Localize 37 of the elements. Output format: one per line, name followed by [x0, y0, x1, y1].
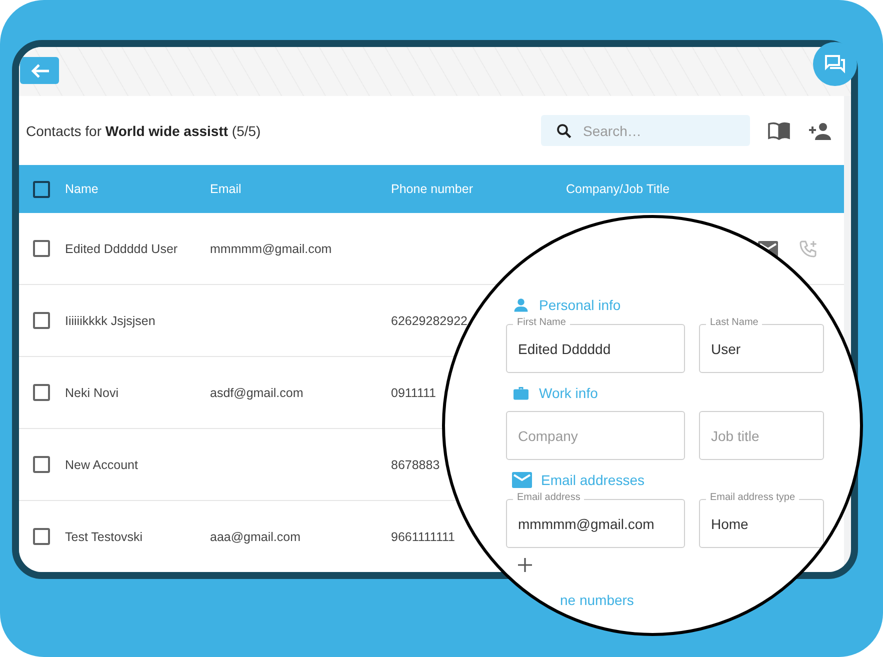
checkbox[interactable] — [33, 456, 50, 473]
section-title: Email addresses — [541, 472, 644, 488]
person-icon — [512, 296, 530, 314]
contacts-title: Contacts for World wide assistt (5/5) — [26, 122, 262, 138]
section-title: Personal info — [539, 297, 621, 313]
phone-cell: 9661111111 — [391, 530, 455, 544]
column-header: Company/Job Title — [566, 182, 670, 196]
name-cell: Test Testovski — [65, 530, 143, 544]
briefcase-icon — [512, 384, 530, 402]
arrow-left-icon — [30, 62, 50, 78]
email-cell: asdf@gmail.com — [210, 386, 304, 400]
section-title: Work info — [539, 385, 598, 401]
add-button[interactable] — [516, 556, 534, 574]
name-cell: New Account — [65, 458, 138, 472]
name-cell: Neki Novi — [65, 386, 118, 400]
checkbox[interactable] — [33, 384, 50, 401]
name-cell: Edited Dddddd User — [65, 242, 178, 256]
phone-cell: 62629282922 — [391, 314, 468, 328]
book-icon — [768, 122, 790, 140]
checkbox[interactable] — [33, 528, 50, 545]
search-icon — [555, 122, 573, 140]
phone-cell: 0911111 — [391, 386, 436, 400]
phone-cell: 8678883 — [391, 458, 440, 472]
column-header: Phone number — [391, 182, 474, 196]
checkbox[interactable] — [33, 180, 50, 198]
checkbox[interactable] — [33, 312, 50, 329]
column-header: Email — [210, 182, 242, 196]
plus-icon — [518, 558, 532, 572]
email-cell: aaa@gmail.com — [210, 530, 301, 544]
chat-icon — [824, 54, 846, 74]
person-add-icon — [808, 122, 832, 140]
column-header: Name — [65, 182, 98, 196]
checkbox[interactable] — [33, 240, 50, 257]
mail-icon — [512, 472, 532, 488]
email-cell: mmmmm@gmail.com — [210, 242, 332, 256]
name-cell: Iiiiiikkkk Jsjsjsen — [65, 314, 156, 328]
section-title: ne numbers — [560, 592, 635, 608]
